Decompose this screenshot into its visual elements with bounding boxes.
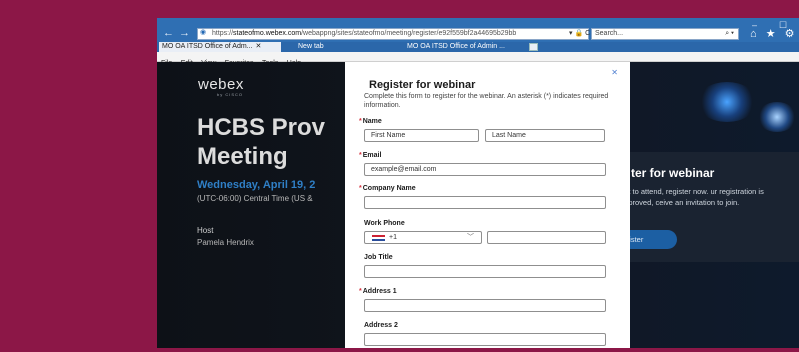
search-input[interactable]: Search... ⌕ ▾ [591,28,739,40]
email-label: *Email [359,152,381,159]
address1-field[interactable] [364,299,606,312]
webex-logo: webex [198,76,244,93]
title-line-2: Meeting [197,143,288,170]
webex-page: webex by CISCO HCBS Prov Meeting Wednesd… [157,62,799,348]
company-label-text: Company Name [362,185,416,192]
meeting-timezone: (UTC-06:00) Central Time (US & [197,194,313,203]
tab-bar: MO OA ITSD Office of Adm... ✕ New tab MO … [157,42,799,52]
first-name-field[interactable]: First Name [364,129,479,142]
address1-label-text: Address 1 [362,288,397,295]
register-card-title: ter for webinar [631,166,715,180]
country-code: +1 [389,234,397,241]
address-bar-row: – ☐ ← → https://stateofmo.webex.com/weba… [157,18,799,42]
search-placeholder: Search... [595,30,624,37]
url-tools-icons[interactable]: ▾ 🔒 C [569,28,590,40]
menu-bar: File Edit View Favorites Tools Help [157,52,799,67]
last-name-field[interactable]: Last Name [485,129,605,142]
host-heading: Host [197,226,214,235]
modal-title: Register for webinar [369,79,476,91]
work-phone-label: Work Phone [364,220,405,227]
home-favorites-settings-icons[interactable]: ⌂ ★ ⚙ [750,27,797,40]
title-line-1: HCBS Prov [197,114,326,141]
us-flag-icon [372,235,385,241]
close-icon[interactable]: ✕ [611,68,618,77]
logo-subtitle: by CISCO [217,92,244,97]
url-host: stateofmo.webex.com [233,30,302,37]
company-label: *Company Name [359,185,416,192]
background-light [757,102,797,132]
country-code-select[interactable]: +1 ﹀ [364,231,482,244]
browser-window: – ☐ ← → https://stateofmo.webex.com/weba… [157,18,799,348]
email-field[interactable]: example@email.com [364,163,606,176]
name-label: *Name [359,118,382,125]
site-favicon-icon: ◉ [200,29,207,36]
meeting-date: Wednesday, April 19, 2 [197,179,316,191]
required-mark: * [359,152,362,159]
tab-label: MO OA ITSD Office of Admin ... [407,43,505,50]
job-title-label: Job Title [364,254,393,261]
tab-webinar-1[interactable]: MO OA ITSD Office of Adm... ✕ [159,42,281,52]
new-tab-button[interactable] [529,43,538,51]
close-tab-icon[interactable]: ✕ [256,43,262,50]
email-label-text: Email [362,152,382,159]
register-card-text: ant to attend, register now. ur registra… [620,187,764,207]
company-field[interactable] [364,196,606,209]
job-title-field[interactable] [364,265,606,278]
required-mark: * [359,118,362,125]
url-prefix: https:// [212,30,234,37]
register-modal: ✕ Register for webinar Complete this for… [345,62,630,348]
background-light [697,82,757,122]
url-path: /webappng/sites/stateofmo/meeting/regist… [301,30,517,37]
tab-webinar-2[interactable]: MO OA ITSD Office of Admin ... [404,42,524,52]
required-mark: * [359,185,362,192]
back-icon[interactable]: ← [163,27,174,39]
address2-field[interactable] [364,333,606,346]
tab-label: MO OA ITSD Office of Adm... [162,43,253,50]
name-label-text: Name [362,118,382,125]
tab-label: New tab [298,43,324,50]
address2-label: Address 2 [364,322,398,329]
tab-new-tab[interactable]: New tab [285,42,385,52]
chevron-down-icon: ﹀ [467,234,474,241]
forward-icon[interactable]: → [179,27,190,39]
host-name: Pamela Hendrix [197,238,254,247]
address1-label: *Address 1 [359,288,397,295]
page-title: HCBS Prov Meeting [197,113,325,171]
required-mark: * [359,288,362,295]
search-icon[interactable]: ⌕ ▾ [725,29,734,39]
url-field[interactable]: https://stateofmo.webex.com/webappng/sit… [197,28,589,40]
modal-description: Complete this form to register for the w… [364,93,609,109]
phone-number-field[interactable] [487,231,606,244]
